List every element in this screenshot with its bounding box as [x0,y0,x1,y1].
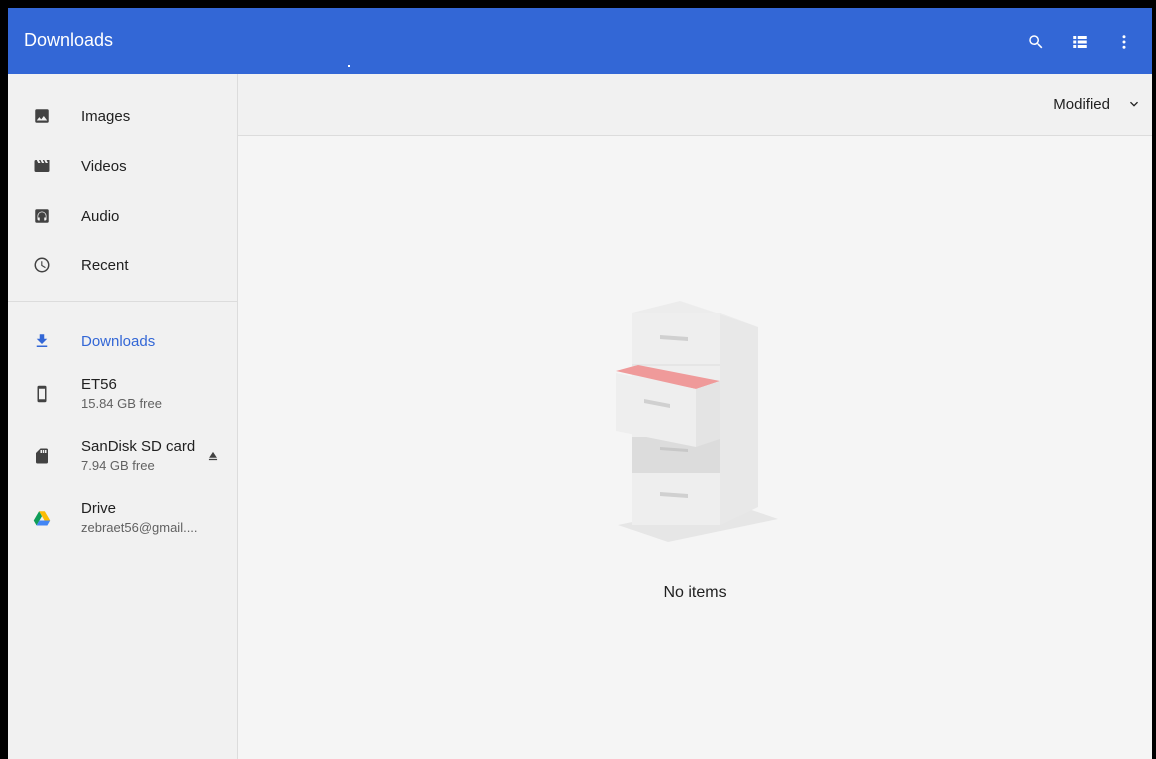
sidebar-item-label: Videos [81,158,127,175]
app-bar-actions [1014,26,1146,58]
list-view-icon [1073,36,1087,48]
image-icon [32,106,52,126]
sidebar-item-drive[interactable]: Drive zebraet56@gmail.... [8,492,238,544]
app-title: Downloads [24,30,114,50]
search-icon [1029,35,1043,49]
empty-state-message: No items [663,584,727,601]
content-toolbar: Modified [238,74,1152,136]
file-manager-window: Downloads Images Videos Audio Recent Dow… [0,0,1156,759]
sidebar-item-videos[interactable]: Videos [8,144,238,188]
sidebar-item-label: Downloads [81,333,156,350]
sidebar: Images Videos Audio Recent Downloads ET5… [8,74,238,759]
sidebar-item-recent[interactable]: Recent [8,243,238,287]
sidebar-item-images[interactable]: Images [8,94,238,138]
sidebar-item-sublabel: 7.94 GB free [81,458,155,473]
sidebar-item-label: Audio [81,208,120,225]
sidebar-item-sd-card[interactable]: SanDisk SD card 7.94 GB free [8,430,238,482]
eject-icon[interactable] [203,446,223,466]
sidebar-item-label: Images [81,108,131,125]
more-vert-icon [1122,35,1126,49]
sort-label: Modified [1053,95,1110,113]
video-icon [32,156,52,176]
sidebar-item-label: Recent [81,257,129,274]
clock-icon [32,255,52,275]
sidebar-item-sublabel: zebraet56@gmail.... [81,520,198,535]
drive-icon [32,508,52,528]
sd-card-icon [32,446,52,466]
sidebar-item-downloads[interactable]: Downloads [8,319,238,363]
phone-icon [32,384,52,404]
sidebar-item-label: ET56 [81,376,117,393]
more-options-button[interactable] [1102,26,1146,58]
app-bar: Downloads [8,8,1152,74]
search-button[interactable] [1014,26,1058,58]
sidebar-item-et56[interactable]: ET56 15.84 GB free [8,368,238,420]
sidebar-item-sublabel: 15.84 GB free [81,396,162,411]
file-list-area: No items [238,137,1152,759]
sort-dropdown[interactable]: Modified [1053,94,1144,114]
sidebar-item-label: Drive [81,500,117,517]
audio-icon [32,206,52,226]
sidebar-divider [8,301,238,302]
sidebar-item-audio[interactable]: Audio [8,194,238,238]
chevron-down-icon [1124,94,1144,114]
file-cabinet-illustration [616,301,778,542]
list-view-button[interactable] [1058,26,1102,58]
download-icon [32,331,52,351]
sidebar-item-label: SanDisk SD card [81,438,196,455]
